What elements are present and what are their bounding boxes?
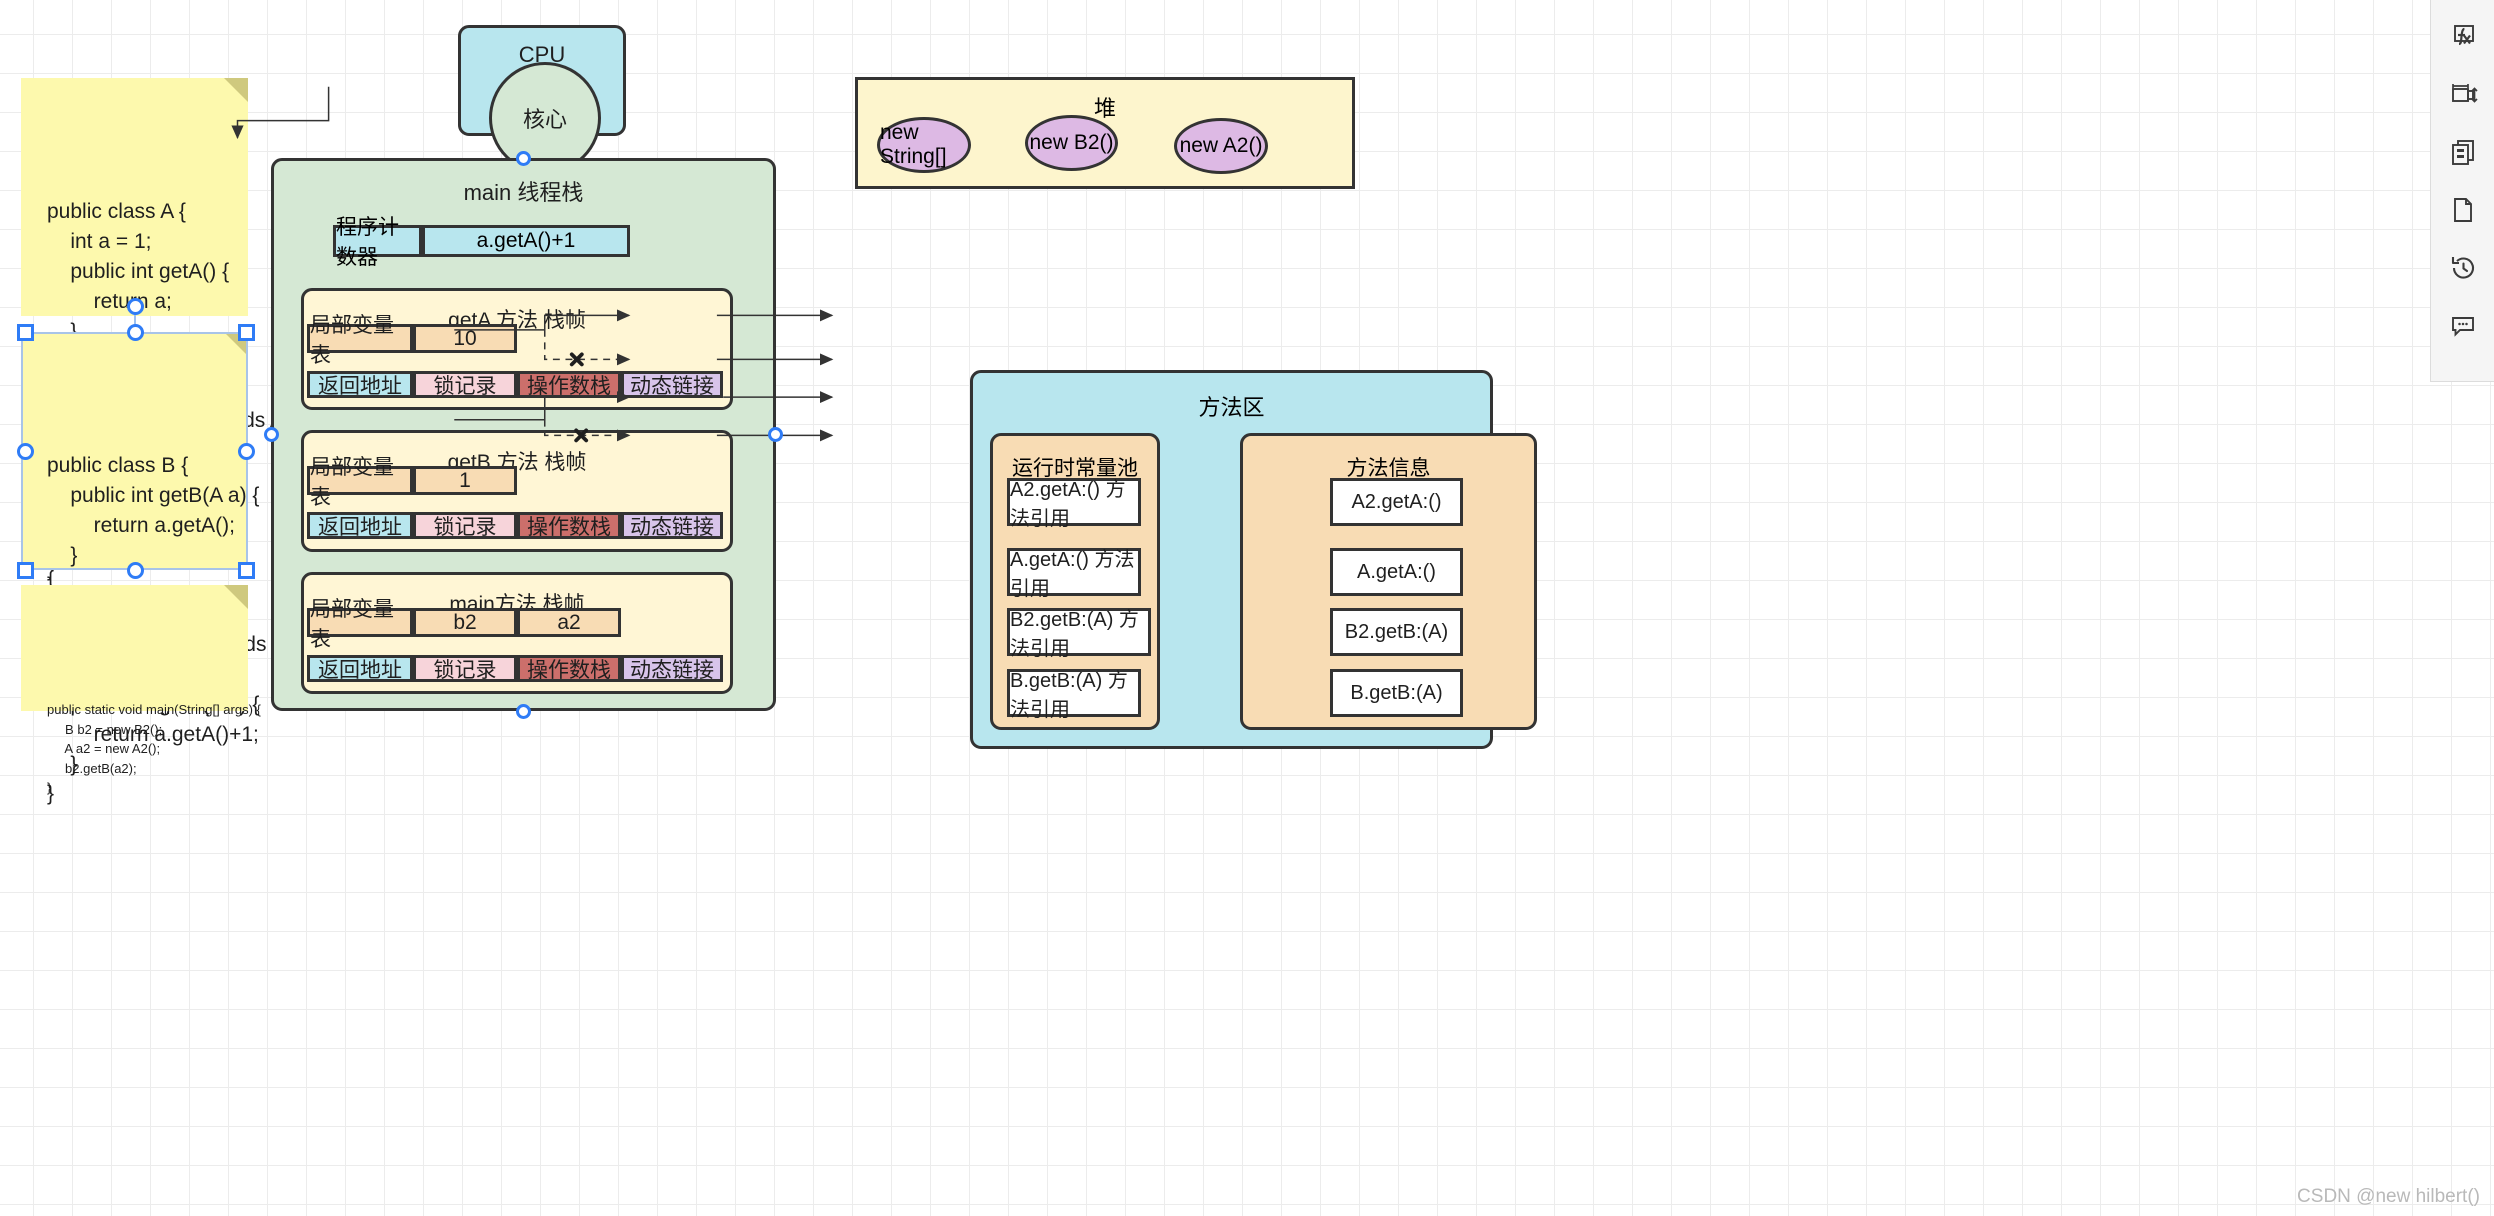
getA-slot-lock-record: 锁记录 — [413, 371, 517, 398]
sticky-note-class-b[interactable]: public class B { public int getB(A a) { … — [21, 332, 299, 805]
program-counter-label: 程序计数器 — [333, 216, 422, 269]
resize-handle-top[interactable] — [127, 324, 144, 341]
method-info-entry-a2-geta[interactable]: A2.getA:() — [1330, 478, 1463, 526]
sticky-note-main[interactable]: public static void main(String[] args) {… — [21, 585, 261, 795]
method-info-entry-b-getb[interactable]: B.getB:(A) — [1330, 669, 1463, 717]
right-toolbar[interactable] — [2430, 0, 2494, 382]
getB-slot-operand-stack: 操作数栈 — [517, 512, 621, 539]
resize-handle-bottom[interactable] — [127, 562, 144, 579]
main-thread-stack-label: main 线程栈 — [463, 180, 584, 205]
whiteboard-canvas[interactable]: public class A { int a = 1; public int g… — [0, 0, 2494, 1216]
page-icon[interactable] — [2441, 188, 2485, 232]
getA-slot-dynamic-link: 动态链接 — [621, 371, 723, 398]
getA-slot-return-address: 返回地址 — [307, 371, 413, 398]
getA-lvt-label: 局部变量表 — [307, 314, 413, 367]
comment-icon[interactable] — [2441, 304, 2485, 348]
getA-slot-operand-stack: 操作数栈 — [517, 371, 621, 398]
constant-pool-entry-b-getb[interactable]: B.getB:(A) 方法引用 — [1007, 669, 1141, 721]
rotate-handle[interactable] — [127, 298, 144, 315]
resize-handle-right[interactable] — [238, 443, 255, 460]
heap-object-a2[interactable]: new A2() — [1174, 118, 1268, 174]
anchor-stack-right[interactable] — [768, 427, 783, 442]
sticky-fold-corner — [224, 585, 248, 609]
getB-lvt-label: 局部变量表 — [307, 456, 413, 509]
heap-object-b2[interactable]: new B2() — [1025, 115, 1118, 171]
resize-handle-left[interactable] — [17, 443, 34, 460]
main-slot-operand-stack: 操作数栈 — [517, 655, 621, 682]
getB-slot-dynamic-link: 动态链接 — [621, 512, 723, 539]
program-counter-value: a.getA()+1 — [422, 225, 630, 257]
anchor-stack-top[interactable] — [516, 151, 531, 166]
main-slot-lock-record: 锁记录 — [413, 655, 517, 682]
main-lvt-value-1: a2 — [517, 608, 621, 637]
formula-icon[interactable] — [2441, 14, 2485, 58]
cpu-core-label: 核心 — [522, 107, 567, 132]
getB-lvt-value-0: 1 — [413, 466, 517, 495]
layers-icon[interactable] — [2441, 130, 2485, 174]
sticky-note-main-text: public static void main(String[] args) {… — [47, 702, 261, 796]
resize-handle-bottom-left[interactable] — [17, 562, 34, 579]
resize-handle-top-left[interactable] — [17, 324, 34, 341]
cpu-box[interactable]: CPU 核心 — [458, 25, 626, 174]
anchor-stack-bottom[interactable] — [516, 704, 531, 719]
heap-object-string-array[interactable]: new String[] — [877, 117, 971, 173]
method-info-entry-a-geta[interactable]: A.getA:() — [1330, 548, 1463, 596]
getA-lvt-value-0: 10 — [413, 324, 517, 353]
resize-handle-bottom-right[interactable] — [238, 562, 255, 579]
getB-slot-lock-record: 锁记录 — [413, 512, 517, 539]
main-slot-return-address: 返回地址 — [307, 655, 413, 682]
constant-pool-entry-b2-getb[interactable]: B2.getB:(A) 方法引用 — [1007, 608, 1151, 660]
history-icon[interactable] — [2441, 246, 2485, 290]
sticky-note-class-a[interactable]: public class A { int a = 1; public int g… — [21, 78, 296, 581]
main-lvt-label: 局部变量表 — [307, 598, 413, 651]
main-lvt-value-0: b2 — [413, 608, 517, 637]
anchor-stack-left[interactable] — [264, 427, 279, 442]
main-slot-dynamic-link: 动态链接 — [621, 655, 723, 682]
method-info-entry-b2-getb[interactable]: B2.getB:(A) — [1330, 608, 1463, 656]
watermark: CSDN @new hilbert() — [2297, 1186, 2480, 1207]
sticky-fold-corner — [224, 78, 248, 102]
method-area-label: 方法区 — [1198, 395, 1265, 420]
resize-icon[interactable] — [2441, 72, 2485, 116]
edge-cpu-to-program-counter — [231, 86, 330, 140]
resize-handle-top-right[interactable] — [238, 324, 255, 341]
constant-pool-entry-a-geta[interactable]: A.getA:() 方法引用 — [1007, 548, 1141, 600]
getB-slot-return-address: 返回地址 — [307, 512, 413, 539]
constant-pool-entry-a2-geta[interactable]: A2.getA:() 方法引用 — [1007, 478, 1141, 530]
